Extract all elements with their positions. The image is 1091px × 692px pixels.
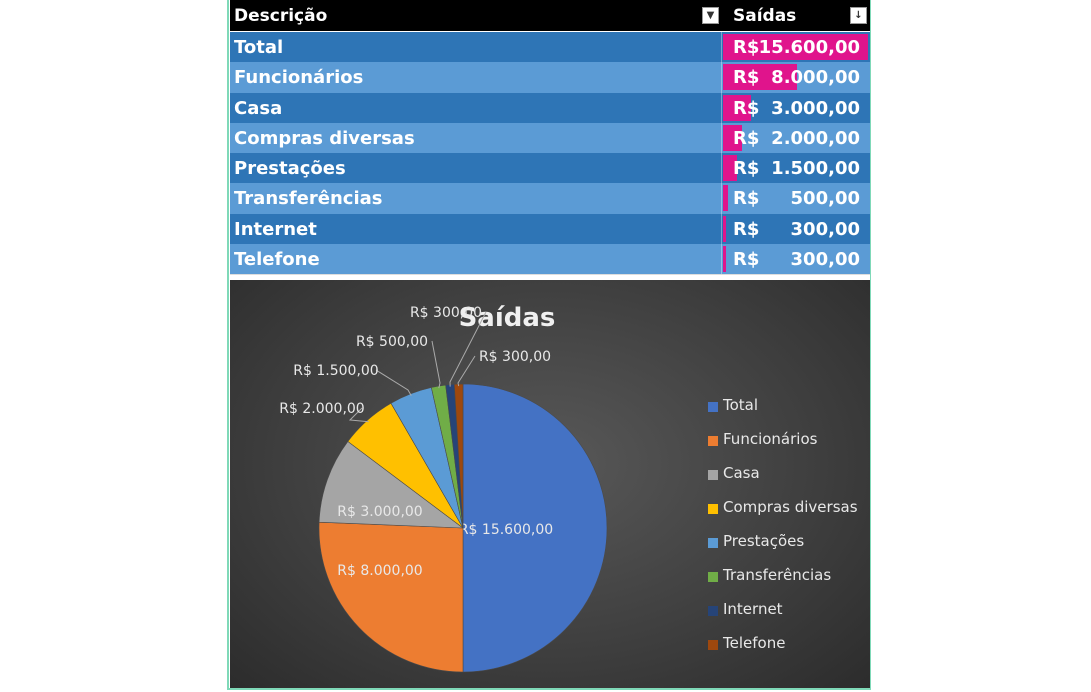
row-currency: R$ — [733, 37, 760, 58]
row-currency: R$ — [733, 188, 760, 210]
row-description: Compras diversas — [234, 127, 415, 149]
row-currency: R$ — [733, 127, 760, 149]
table-row[interactable]: Telefone R$ 300,00 — [230, 244, 870, 275]
table-header-row: Descrição ▼ Saídas ↓ — [230, 0, 870, 32]
table-row[interactable]: Transferências R$ 500,00 — [230, 183, 870, 214]
legend-label: Funcionários — [723, 430, 818, 448]
legend-swatch — [708, 606, 718, 616]
slice-data-label: R$ 15.600,00 — [459, 522, 553, 538]
slice-data-label: R$ 300,00 — [479, 349, 551, 365]
table-row[interactable]: Compras diversas R$ 2.000,00 — [230, 122, 870, 154]
pie-slice[interactable] — [318, 521, 464, 673]
row-currency: R$ — [733, 67, 760, 89]
cell-divider — [721, 122, 722, 154]
table-row[interactable]: Funcionários R$ 8.000,00 — [230, 62, 870, 93]
legend-swatch — [708, 470, 718, 480]
row-description: Telefone — [234, 249, 320, 271]
cell-divider — [721, 92, 722, 123]
row-amount: 1.500,00 — [771, 158, 860, 180]
slice-data-label: R$ 2.000,00 — [279, 401, 364, 417]
table-row[interactable]: Total R$ 15.600,00 — [230, 32, 870, 63]
row-description: Prestações — [234, 158, 346, 180]
legend-swatch — [708, 640, 718, 650]
cell-divider — [721, 153, 722, 184]
legend-swatch — [708, 402, 718, 412]
header-outflows: Saídas — [733, 6, 797, 26]
legend-label: Transferências — [723, 566, 832, 584]
row-amount: 8.000,00 — [771, 67, 860, 89]
legend-swatch — [708, 572, 718, 582]
table-row[interactable]: Internet R$ 300,00 — [230, 213, 870, 245]
legend-label: Prestações — [723, 532, 805, 550]
row-currency: R$ — [733, 249, 760, 271]
row-amount: 300,00 — [790, 218, 860, 240]
row-amount: 500,00 — [790, 188, 860, 210]
table-body: Total R$ 15.600,00 Funcionários R$ 8.000,00 Ca… — [230, 32, 870, 275]
cell-divider — [721, 183, 722, 214]
data-bar — [723, 185, 728, 212]
slice-data-label: R$ 1.500,00 — [293, 363, 378, 379]
slice-data-label: R$ 3.000,00 — [337, 504, 422, 520]
header-description: Descrição — [234, 6, 328, 26]
outflows-table: Descrição ▼ Saídas ↓ Total R$ 15.600,00 Fun… — [230, 0, 870, 282]
cell-divider — [721, 244, 722, 275]
row-currency: R$ — [733, 218, 760, 240]
dropdown-arrow-icon[interactable]: ▼ — [702, 7, 719, 24]
cell-divider — [721, 32, 722, 63]
legend-label: Total — [723, 396, 759, 414]
legend-label: Compras diversas — [723, 498, 858, 516]
data-bar — [723, 215, 726, 242]
row-description: Internet — [234, 218, 317, 240]
legend-label: Telefone — [723, 634, 786, 652]
row-currency: R$ — [733, 158, 760, 180]
legend-swatch — [708, 504, 718, 514]
slice-data-label: R$ 500,00 — [356, 334, 428, 350]
cell-divider — [721, 213, 722, 245]
legend-swatch — [708, 436, 718, 446]
sheet-frame: Descrição ▼ Saídas ↓ Total R$ 15.600,00 Fun… — [227, 0, 871, 690]
row-amount: 2.000,00 — [771, 127, 860, 149]
row-description: Funcionários — [234, 67, 364, 89]
sort-descending-icon[interactable]: ↓ — [850, 7, 867, 24]
pie-chart-svg: SaídasR$ 15.600,00R$ 8.000,00R$ 3.000,00… — [279, 303, 608, 673]
slice-data-label: R$ 300,00 — [410, 305, 482, 321]
legend-label: Internet — [723, 600, 783, 618]
slice-data-label: R$ 8.000,00 — [337, 563, 422, 579]
pie-chart[interactable]: Saídas R$ 15.600,00 R$ 8.000,00 R$ 3.000,00… — [230, 280, 870, 688]
row-amount: 3.000,00 — [771, 97, 860, 119]
row-amount: 300,00 — [790, 249, 860, 271]
row-amount: 15.600,00 — [758, 37, 860, 58]
label-leader-line — [431, 340, 441, 389]
legend-label: Casa — [723, 464, 760, 482]
row-description: Transferências — [234, 188, 383, 210]
row-currency: R$ — [733, 97, 760, 119]
table-row[interactable]: Prestações R$ 1.500,00 — [230, 153, 870, 184]
row-description: Casa — [234, 97, 283, 119]
label-leader-line — [375, 369, 412, 396]
cell-divider — [721, 62, 722, 93]
table-row[interactable]: Casa R$ 3.000,00 — [230, 92, 870, 123]
row-description: Total — [234, 37, 284, 58]
legend-swatch — [708, 538, 718, 548]
data-bar — [723, 246, 726, 273]
